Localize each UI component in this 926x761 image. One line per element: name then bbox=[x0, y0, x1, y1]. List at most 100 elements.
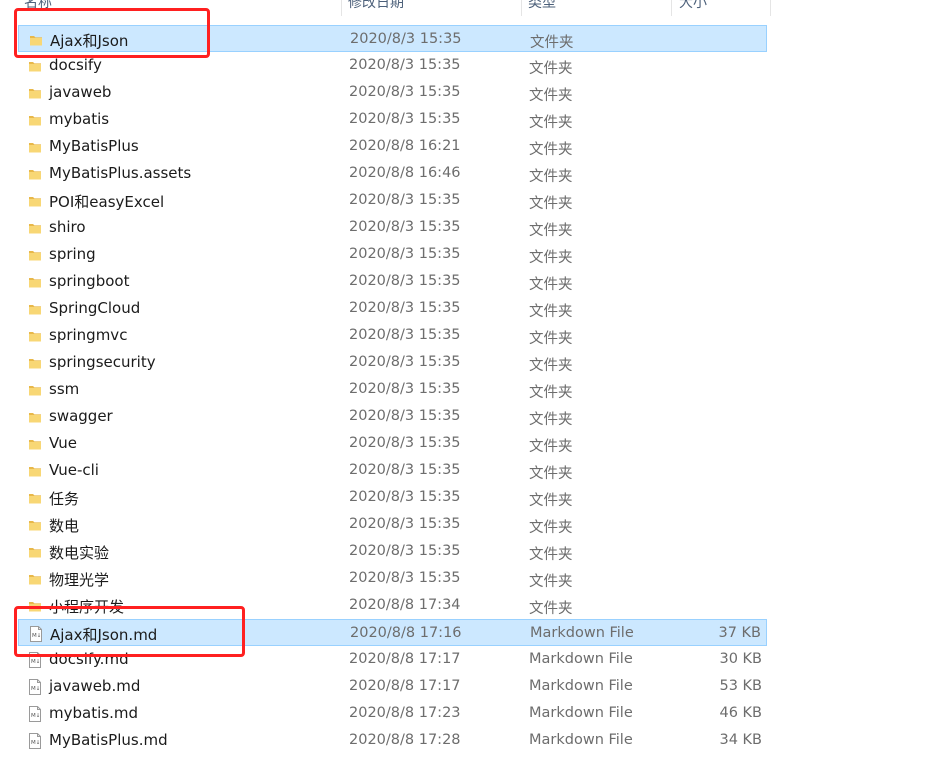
item-name: 数电 bbox=[49, 517, 80, 535]
item-type: 文件夹 bbox=[529, 412, 573, 428]
column-header-bar: 名称 修改日期 类型 大小 bbox=[0, 0, 771, 16]
item-name: MyBatisPlus.md bbox=[49, 731, 168, 749]
item-date-modified: 2020/8/8 16:46 bbox=[349, 165, 461, 181]
item-name: docsify.md bbox=[49, 650, 129, 668]
item-size: 46 KB bbox=[719, 705, 762, 721]
item-date-modified: 2020/8/3 15:35 bbox=[350, 31, 462, 47]
folder-row[interactable]: 小程序开发 2020/8/8 17:34 文件夹 bbox=[18, 592, 767, 619]
item-type: 文件夹 bbox=[529, 250, 573, 266]
item-type: 文件夹 bbox=[529, 196, 573, 212]
svg-text:M↓: M↓ bbox=[32, 632, 41, 639]
svg-text:M↓: M↓ bbox=[31, 712, 40, 719]
column-header-name[interactable]: 名称 bbox=[24, 0, 52, 12]
column-divider[interactable] bbox=[341, 0, 342, 16]
folder-icon bbox=[29, 32, 43, 51]
file-row[interactable]: M↓ mybatis.md 2020/8/8 17:23 Markdown File 4… bbox=[18, 700, 767, 727]
item-date-modified: 2020/8/8 16:21 bbox=[349, 138, 461, 154]
item-name: 数电实验 bbox=[49, 544, 110, 562]
column-header-type[interactable]: 类型 bbox=[528, 0, 556, 12]
item-date-modified: 2020/8/8 17:16 bbox=[350, 625, 462, 641]
item-type: 文件夹 bbox=[529, 385, 573, 401]
folder-row[interactable]: docsify 2020/8/3 15:35 文件夹 bbox=[18, 52, 767, 79]
folder-icon bbox=[28, 193, 42, 212]
folder-icon bbox=[28, 598, 42, 617]
folder-row[interactable]: springboot 2020/8/3 15:35 文件夹 bbox=[18, 268, 767, 295]
folder-icon bbox=[28, 382, 42, 401]
item-type: Markdown File bbox=[529, 678, 633, 694]
item-name: 物理光学 bbox=[49, 571, 110, 589]
item-date-modified: 2020/8/8 17:17 bbox=[349, 651, 461, 667]
file-row[interactable]: M↓ Ajax和Json.md 2020/8/8 17:16 Markdown Fil… bbox=[18, 619, 767, 646]
folder-row[interactable]: POI和easyExcel 2020/8/3 15:35 文件夹 bbox=[18, 187, 767, 214]
item-date-modified: 2020/8/3 15:35 bbox=[349, 192, 461, 208]
markdown-file-icon: M↓ bbox=[28, 679, 42, 699]
item-type: 文件夹 bbox=[529, 169, 573, 185]
svg-text:M↓: M↓ bbox=[31, 739, 40, 746]
folder-icon bbox=[28, 355, 42, 374]
folder-row[interactable]: javaweb 2020/8/3 15:35 文件夹 bbox=[18, 79, 767, 106]
item-type: 文件夹 bbox=[529, 88, 573, 104]
folder-row[interactable]: MyBatisPlus 2020/8/8 16:21 文件夹 bbox=[18, 133, 767, 160]
item-size: 34 KB bbox=[719, 732, 762, 748]
file-row[interactable]: M↓ javaweb.md 2020/8/8 17:17 Markdown File 5… bbox=[18, 673, 767, 700]
item-date-modified: 2020/8/3 15:35 bbox=[349, 354, 461, 370]
folder-row[interactable]: 物理光学 2020/8/3 15:35 文件夹 bbox=[18, 565, 767, 592]
item-type: 文件夹 bbox=[529, 574, 573, 590]
item-name: 小程序开发 bbox=[49, 598, 125, 616]
folder-icon bbox=[28, 112, 42, 131]
folder-icon bbox=[28, 463, 42, 482]
folder-row[interactable]: shiro 2020/8/3 15:35 文件夹 bbox=[18, 214, 767, 241]
item-type: 文件夹 bbox=[529, 439, 573, 455]
folder-icon bbox=[28, 328, 42, 347]
item-date-modified: 2020/8/8 17:28 bbox=[349, 732, 461, 748]
folder-row[interactable]: Vue-cli 2020/8/3 15:35 文件夹 bbox=[18, 457, 767, 484]
folder-row[interactable]: SpringCloud 2020/8/3 15:35 文件夹 bbox=[18, 295, 767, 322]
file-row[interactable]: M↓ docsify.md 2020/8/8 17:17 Markdown File 3… bbox=[18, 646, 767, 673]
markdown-file-icon: M↓ bbox=[29, 626, 43, 646]
markdown-file-icon: M↓ bbox=[28, 706, 42, 726]
folder-icon bbox=[28, 490, 42, 509]
markdown-file-icon: M↓ bbox=[28, 733, 42, 753]
item-date-modified: 2020/8/3 15:35 bbox=[349, 462, 461, 478]
item-date-modified: 2020/8/3 15:35 bbox=[349, 273, 461, 289]
column-divider[interactable] bbox=[770, 0, 771, 16]
folder-row[interactable]: 数电实验 2020/8/3 15:35 文件夹 bbox=[18, 538, 767, 565]
item-size: 53 KB bbox=[719, 678, 762, 694]
column-header-size[interactable]: 大小 bbox=[679, 0, 707, 12]
folder-row[interactable]: Ajax和Json 2020/8/3 15:35 文件夹 bbox=[18, 25, 767, 52]
item-type: 文件夹 bbox=[529, 466, 573, 482]
item-name: 任务 bbox=[49, 490, 80, 508]
folder-row[interactable]: ssm 2020/8/3 15:35 文件夹 bbox=[18, 376, 767, 403]
item-date-modified: 2020/8/8 17:23 bbox=[349, 705, 461, 721]
folder-row[interactable]: swagger 2020/8/3 15:35 文件夹 bbox=[18, 403, 767, 430]
item-type: 文件夹 bbox=[529, 277, 573, 293]
item-name: javaweb.md bbox=[49, 677, 141, 695]
item-name: springsecurity bbox=[49, 353, 156, 371]
folder-row[interactable]: MyBatisPlus.assets 2020/8/8 16:46 文件夹 bbox=[18, 160, 767, 187]
column-divider[interactable] bbox=[521, 0, 522, 16]
item-type: 文件夹 bbox=[529, 115, 573, 131]
column-divider[interactable] bbox=[671, 0, 672, 16]
folder-icon bbox=[28, 544, 42, 563]
file-row[interactable]: M↓ MyBatisPlus.md 2020/8/8 17:28 Markdown F… bbox=[18, 727, 767, 754]
item-type: Markdown File bbox=[529, 651, 633, 667]
item-date-modified: 2020/8/3 15:35 bbox=[349, 489, 461, 505]
folder-icon bbox=[28, 139, 42, 158]
folder-row[interactable]: springmvc 2020/8/3 15:35 文件夹 bbox=[18, 322, 767, 349]
item-date-modified: 2020/8/8 17:34 bbox=[349, 597, 461, 613]
item-name: Ajax和Json.md bbox=[50, 626, 158, 644]
item-name: spring bbox=[49, 245, 96, 263]
svg-text:M↓: M↓ bbox=[31, 685, 40, 692]
folder-row[interactable]: 数电 2020/8/3 15:35 文件夹 bbox=[18, 511, 767, 538]
column-header-date[interactable]: 修改日期 bbox=[348, 0, 404, 12]
folder-row[interactable]: 任务 2020/8/3 15:35 文件夹 bbox=[18, 484, 767, 511]
folder-icon bbox=[28, 166, 42, 185]
item-name: shiro bbox=[49, 218, 86, 236]
folder-row[interactable]: Vue 2020/8/3 15:35 文件夹 bbox=[18, 430, 767, 457]
item-name: mybatis.md bbox=[49, 704, 138, 722]
folder-row[interactable]: mybatis 2020/8/3 15:35 文件夹 bbox=[18, 106, 767, 133]
item-name: ssm bbox=[49, 380, 80, 398]
folder-row[interactable]: spring 2020/8/3 15:35 文件夹 bbox=[18, 241, 767, 268]
folder-row[interactable]: springsecurity 2020/8/3 15:35 文件夹 bbox=[18, 349, 767, 376]
item-date-modified: 2020/8/3 15:35 bbox=[349, 408, 461, 424]
